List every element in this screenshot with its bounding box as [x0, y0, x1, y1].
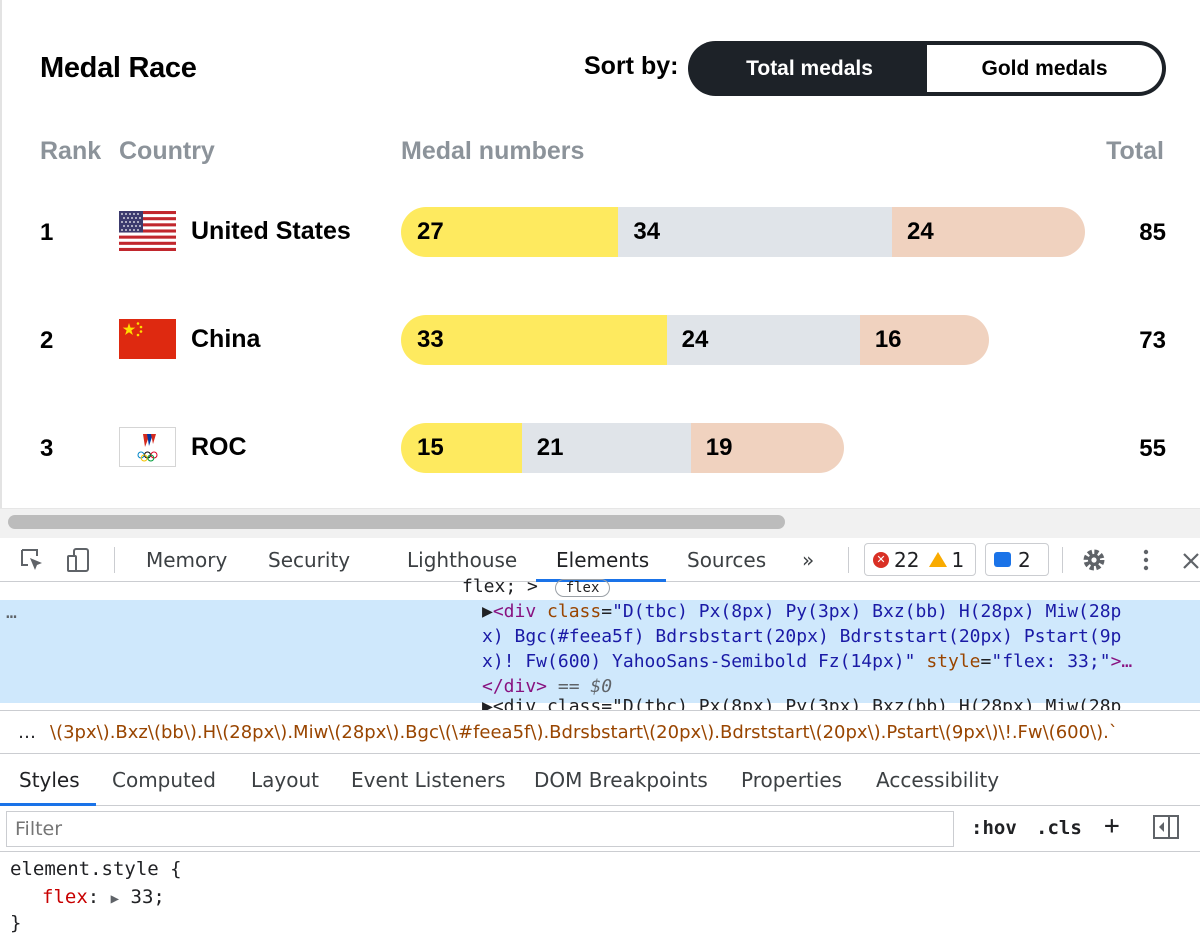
dom-line: ▶<div class="D(tbc) Px(8px) Py(3px) Bxz(…: [482, 601, 1122, 622]
scrollbar-thumb[interactable]: [8, 515, 785, 529]
kebab-menu-icon[interactable]: [1132, 546, 1160, 574]
tab-layout[interactable]: Layout: [251, 768, 319, 792]
gold-segment: 27: [401, 207, 619, 257]
styles-pane: element.style { flex: ▶ 33; }: [0, 852, 1200, 947]
country-name: ROC: [191, 433, 247, 461]
inspect-element-icon[interactable]: [18, 546, 46, 574]
bronze-segment: 16: [859, 315, 989, 365]
warning-count: 1: [951, 547, 965, 572]
devtools-panel: Memory Security Lighthouse Elements Sour…: [0, 538, 1200, 947]
roc-flag-icon: [119, 427, 176, 467]
css-close-brace: }: [10, 912, 22, 934]
sort-label: Sort by:: [584, 52, 679, 80]
dom-line: </div> == $0: [482, 676, 613, 697]
header-medal-numbers: Medal numbers: [401, 137, 585, 165]
messages-badge[interactable]: 2: [985, 543, 1049, 576]
table-row: 3 ROC 15 21 19 55: [2, 423, 1200, 473]
silver-segment: 21: [521, 423, 691, 473]
total-value: 55: [1139, 435, 1166, 462]
gold-segment: 33: [401, 315, 667, 365]
selected-node-highlight[interactable]: … ▶<div class="D(tbc) Px(8px) Py(3px) Bx…: [0, 600, 1200, 703]
medal-bar: 15 21 19: [401, 423, 844, 473]
message-icon: [994, 552, 1011, 567]
bronze-segment: 24: [892, 207, 1086, 257]
silver-segment: 34: [618, 207, 893, 257]
rank-value: 3: [40, 435, 54, 462]
country-name: China: [191, 325, 261, 353]
flex-badge[interactable]: flex: [554, 579, 611, 597]
header-total: Total: [1106, 137, 1164, 165]
tab-memory[interactable]: Memory: [146, 548, 227, 572]
close-icon[interactable]: [1180, 546, 1200, 574]
silver-segment: 24: [666, 315, 860, 365]
tab-styles[interactable]: Styles: [19, 768, 80, 792]
medal-bar: 27 34 24: [401, 207, 1086, 257]
styles-filter-bar: :hov .cls +: [0, 806, 1200, 852]
rank-value: 2: [40, 327, 54, 354]
bronze-segment: 19: [690, 423, 844, 473]
tab-elements[interactable]: Elements: [556, 548, 649, 572]
tab-dom-breakpoints[interactable]: DOM Breakpoints: [534, 768, 708, 792]
tab-security[interactable]: Security: [268, 548, 350, 572]
total-value: 73: [1139, 327, 1166, 354]
widget-title: Medal Race: [40, 52, 197, 84]
table-row: 1 United States 27 34 24 85: [2, 207, 1200, 257]
medal-bar: 33 24 16: [401, 315, 989, 365]
warning-icon: [929, 552, 948, 567]
tab-event-listeners[interactable]: Event Listeners: [351, 768, 506, 792]
sort-toggle: Total medals Gold medals: [688, 41, 1166, 96]
ellipsis-icon[interactable]: …: [6, 602, 17, 623]
header-rank: Rank: [40, 137, 102, 165]
tab-computed[interactable]: Computed: [112, 768, 216, 792]
gold-segment: 15: [401, 423, 522, 473]
add-rule-button[interactable]: +: [1104, 811, 1120, 841]
breadcrumb[interactable]: … \(3px\).Bxz\(bb\).H\(28px\).Miw\(28px\…: [0, 710, 1200, 754]
gear-icon[interactable]: [1080, 546, 1108, 574]
dom-tree: flex; > flex … ▶<div class="D(tbc) Px(8p…: [0, 576, 1200, 710]
hov-button[interactable]: :hov: [971, 817, 1017, 839]
tab-sources[interactable]: Sources: [687, 548, 766, 572]
total-value: 85: [1139, 219, 1166, 246]
separator: [114, 547, 115, 573]
styles-tab-bar: Styles Computed Layout Event Listeners D…: [0, 754, 1200, 806]
css-value[interactable]: 33;: [131, 886, 165, 908]
dom-line: x) Bgc(#feea5f) Bdrsbstart(20px) Bdrstst…: [482, 626, 1122, 647]
tab-accessibility[interactable]: Accessibility: [876, 768, 999, 792]
tab-properties[interactable]: Properties: [741, 768, 842, 792]
issues-badge[interactable]: ✕ 22 1: [864, 543, 976, 576]
medal-race-widget: Medal Race Sort by: Total medals Gold me…: [0, 0, 1200, 508]
filter-input[interactable]: [6, 811, 954, 847]
device-toolbar-icon[interactable]: [64, 546, 92, 574]
separator: [848, 547, 849, 573]
css-property[interactable]: flex: [42, 886, 88, 908]
toggle-sidebar-icon[interactable]: [1152, 813, 1180, 841]
dom-line: ▶<div class="D(tbc) Px(8px) Py(3px) Bxz(…: [482, 696, 1122, 710]
sort-gold-medals-button[interactable]: Gold medals: [927, 45, 1162, 92]
more-tabs-icon[interactable]: »: [802, 548, 814, 572]
css-selector[interactable]: element.style {: [10, 858, 182, 880]
header-country: Country: [119, 137, 215, 165]
horizontal-scrollbar[interactable]: [0, 508, 1200, 538]
error-count: 22: [894, 547, 920, 572]
sort-total-medals-button[interactable]: Total medals: [692, 45, 927, 92]
cls-button[interactable]: .cls: [1036, 817, 1082, 839]
message-count: 2: [1018, 547, 1031, 572]
table-row: 2 China 33 24 16 73: [2, 315, 1200, 365]
separator: [1062, 547, 1063, 573]
country-name: United States: [191, 217, 351, 245]
error-icon: ✕: [873, 551, 889, 568]
tab-lighthouse[interactable]: Lighthouse: [407, 548, 517, 572]
css-declaration[interactable]: flex: ▶ 33;: [42, 886, 165, 908]
breadcrumb-selector[interactable]: \(3px\).Bxz\(bb\).H\(28px\).Miw\(28px\).…: [50, 722, 1118, 743]
us-flag-icon: [119, 211, 176, 251]
china-flag-icon: [119, 319, 176, 359]
dom-line-fragment: flex; > flex: [462, 576, 611, 597]
dom-line: x)! Fw(600) YahooSans-Semibold Fz(14px)"…: [482, 651, 1133, 672]
rank-value: 1: [40, 219, 54, 246]
